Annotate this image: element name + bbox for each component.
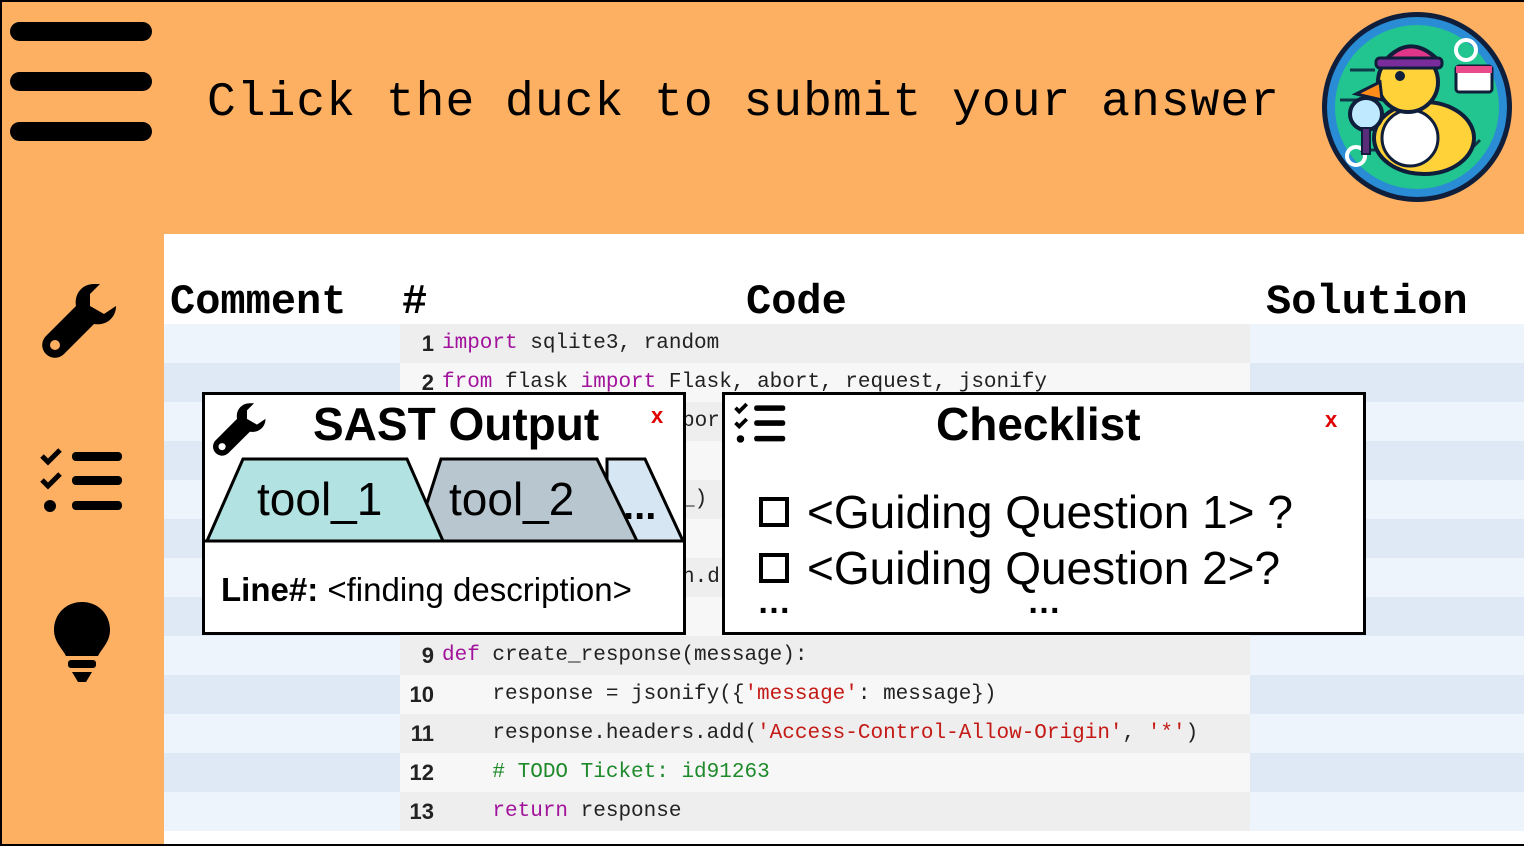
checkbox[interactable] (759, 553, 789, 583)
code-token: 'message' (744, 683, 858, 706)
header-solution: Solution (1266, 278, 1468, 326)
code-token: def (442, 644, 480, 667)
comment-cell[interactable] (164, 675, 400, 714)
code-token: create_response(message): (479, 644, 808, 667)
checklist-item[interactable]: <Guiding Question 1> ? (759, 485, 1293, 539)
header-instruction: Click the duck to submit your answer (207, 76, 1280, 130)
header-line-number: # (402, 278, 428, 326)
code-token: from (442, 371, 493, 394)
code-token: # TODO Ticket: id91263 (492, 761, 770, 784)
checkbox[interactable] (759, 497, 789, 527)
line-number: 10 (409, 682, 434, 707)
comment-cell[interactable] (164, 324, 400, 363)
code-token: response (568, 800, 682, 823)
checklist-panel: Checklist x <Guiding Question 1> ? <Guid… (722, 392, 1366, 635)
code-token: response = jsonify({ (442, 683, 745, 706)
comment-cell[interactable] (164, 792, 400, 831)
checklist-more-right: … (1027, 583, 1061, 621)
line-number: 11 (410, 721, 434, 746)
code-token: import (580, 371, 657, 394)
code-token: Flask, abort, request, jsonify (656, 371, 1047, 394)
code-line: import sqlite3, random (442, 324, 719, 363)
solution-cell[interactable] (1250, 753, 1524, 792)
code-token: , (1122, 722, 1148, 745)
checklist-icon (734, 402, 786, 443)
code-token: flask (492, 371, 581, 394)
solution-cell[interactable] (1250, 324, 1524, 363)
line-number: 12 (409, 760, 434, 785)
comment-cell[interactable] (164, 636, 400, 675)
code-token: : message}) (857, 683, 997, 706)
checklist-more-left: … (757, 583, 791, 621)
line-number: 13 (409, 799, 434, 824)
comment-cell[interactable] (164, 714, 400, 753)
line-number: 1 (421, 331, 434, 356)
sast-tool-tabs: ... tool_2 tool_1 (205, 457, 683, 543)
app-window: Click the duck to submit your answer 1 i… (0, 0, 1524, 846)
finding-line-label: Line#: (221, 571, 319, 608)
solution-cell[interactable] (1250, 714, 1524, 753)
solution-cell[interactable] (1250, 792, 1524, 831)
hamburger-menu-icon[interactable] (10, 22, 154, 144)
checklist-item-label: <Guiding Question 1> ? (807, 486, 1293, 538)
tab-tool-2-label: tool_2 (449, 473, 574, 525)
solution-cell[interactable] (1250, 675, 1524, 714)
sidebar-sast-tool[interactable] (38, 278, 128, 373)
tab-tool-1-label: tool_1 (257, 473, 382, 525)
code-line: response = jsonify({'message': message}) (442, 675, 997, 714)
wrench-icon (42, 284, 116, 358)
sidebar-checklist[interactable] (38, 446, 128, 523)
finding-description: <finding description> (327, 571, 632, 608)
code-line: # TODO Ticket: id91263 (442, 753, 770, 792)
checklist-panel-title: Checklist (936, 398, 1141, 450)
code-token: import (442, 332, 518, 355)
lightbulb-icon (54, 602, 110, 682)
peek-text: n.d (682, 566, 720, 589)
sast-finding: Line#: <finding description> (221, 571, 632, 609)
tab-tool-1[interactable]: tool_1 (205, 457, 446, 543)
wrench-icon (213, 403, 266, 456)
tab-tool-2[interactable]: tool_2 (412, 457, 640, 543)
sidebar-hint[interactable] (52, 600, 112, 689)
checklist-icon (40, 448, 122, 512)
solution-cell[interactable] (1250, 636, 1524, 675)
sast-panel-title: SAST Output (313, 398, 600, 450)
header-comment: Comment (170, 278, 347, 326)
sast-output-panel: SAST Output x ... tool_2 tool_1 Line#: <… (202, 392, 686, 635)
duck-icon (1322, 12, 1512, 202)
code-token: 'Access-Control-Allow-Origin' (757, 722, 1123, 745)
sast-close-button[interactable]: x (651, 403, 663, 429)
code-token: ) (1185, 722, 1199, 745)
checklist-close-button[interactable]: x (1325, 407, 1337, 433)
line-number: 9 (421, 643, 434, 668)
code-token: sqlite3, random (517, 332, 720, 355)
duck-submit-button[interactable] (1320, 10, 1514, 204)
code-line: return response (442, 792, 681, 831)
code-line: def create_response(message): (442, 636, 807, 675)
code-token: response.headers.add( (442, 722, 758, 745)
code-token: '*' (1147, 722, 1186, 745)
comment-cell[interactable] (164, 753, 400, 792)
header-code: Code (746, 278, 847, 326)
peek-text: por (682, 410, 720, 433)
code-token: return (492, 800, 569, 823)
code-line: response.headers.add('Access-Control-All… (442, 714, 1198, 753)
checklist-item[interactable]: <Guiding Question 2>? (759, 541, 1280, 595)
